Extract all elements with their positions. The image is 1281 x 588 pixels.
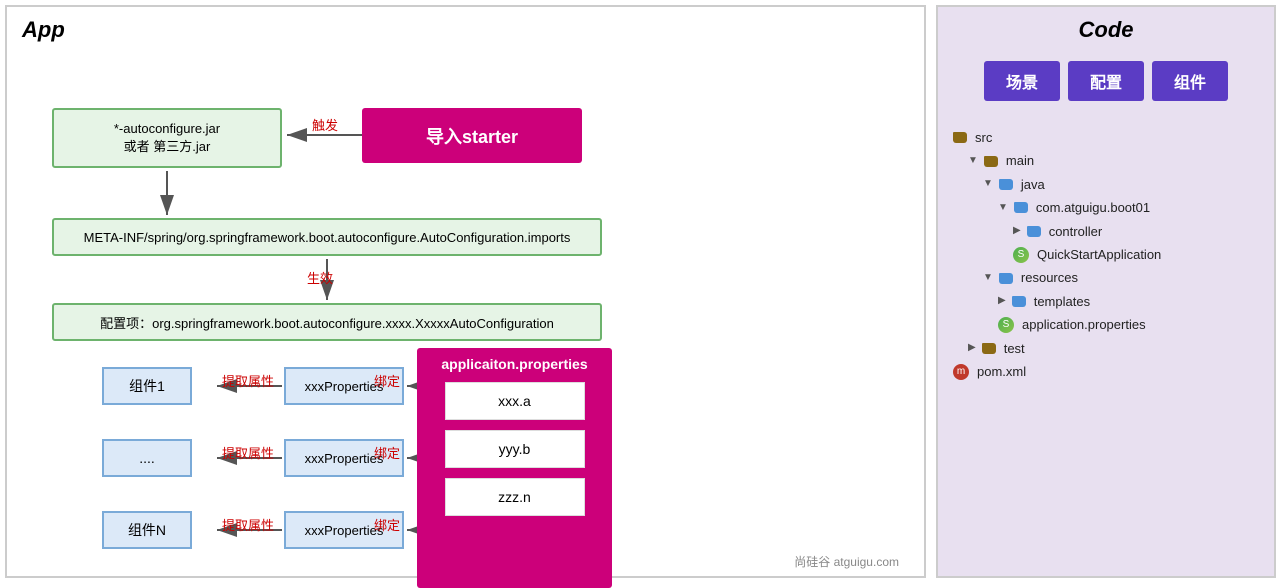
component-button[interactable]: 组件 [1152, 61, 1228, 101]
bind-label-2: 绑定 [374, 443, 400, 462]
folder-icon-main [984, 156, 998, 167]
box-starter: 导入starter [362, 108, 582, 163]
tree-item-quickstart: S QuickStartApplication [953, 243, 1259, 266]
tree-item-appprops: S application.properties [953, 313, 1259, 336]
bind-label-3: 绑定 [374, 515, 400, 534]
spring-icon-appprops: S [998, 317, 1014, 333]
code-section: Code 场景 配置 组件 src ▼ main ▼ java ▼ com.at… [936, 5, 1276, 578]
folder-icon-package [1014, 202, 1028, 213]
effective-label: 生效 [307, 268, 333, 287]
box-meta: META-INF/spring/org.springframework.boot… [52, 218, 602, 256]
folder-icon-java [999, 179, 1013, 190]
tree-item-package: ▼ com.atguigu.boot01 [953, 196, 1259, 219]
scene-button[interactable]: 场景 [984, 61, 1060, 101]
appprops-title: applicaiton.properties [441, 356, 587, 372]
box-autoconfig: *-autoconfigure.jar 或者 第三方.jar [52, 108, 282, 168]
config-button[interactable]: 配置 [1068, 61, 1144, 101]
tree-item-pom: m pom.xml [953, 360, 1259, 383]
watermark: 尚硅谷 atguigu.com [794, 553, 899, 570]
code-title: Code [938, 7, 1274, 53]
folder-icon-src [953, 132, 967, 143]
folder-icon-test [982, 343, 996, 354]
bind-label-1: 绑定 [374, 371, 400, 390]
folder-icon-templates [1012, 296, 1026, 307]
fetch-label-1: 提取属性 [222, 371, 274, 390]
box-appprops: applicaiton.properties xxx.a yyy.b zzz.n [417, 348, 612, 588]
tree-item-templates: ▶ templates [953, 290, 1259, 313]
chevron-resources: ▼ [983, 269, 993, 287]
folder-icon-resources [999, 273, 1013, 284]
app-section: App [5, 5, 926, 578]
tree-item-main: ▼ main [953, 149, 1259, 172]
folder-icon-controller [1027, 226, 1041, 237]
chevron-java: ▼ [983, 175, 993, 193]
comp-box-2: .... [102, 439, 192, 477]
prop-box-1: xxx.a [445, 382, 585, 420]
chevron-test: ▶ [968, 339, 976, 357]
diagram: 导入starter 触发 *-autoconfigure.jar 或者 第三方.… [22, 53, 909, 572]
app-title: App [22, 17, 909, 43]
chevron-controller: ▶ [1013, 222, 1021, 240]
chevron-main: ▼ [968, 152, 978, 170]
chevron-package: ▼ [998, 199, 1008, 217]
fetch-label-2: 提取属性 [222, 443, 274, 462]
spring-icon-quickstart: S [1013, 247, 1029, 263]
tree-item-controller: ▶ controller [953, 220, 1259, 243]
tree-item-src: src [953, 126, 1259, 149]
tree-item-resources: ▼ resources [953, 266, 1259, 289]
comp-box-1: 组件1 [102, 367, 192, 405]
code-buttons: 场景 配置 组件 [938, 53, 1274, 116]
comp-box-3: 组件N [102, 511, 192, 549]
box-configitem: 配置项：org.springframework.boot.autoconfigu… [52, 303, 602, 341]
code-tree: src ▼ main ▼ java ▼ com.atguigu.boot01 ▶… [938, 116, 1274, 393]
chevron-templates: ▶ [998, 292, 1006, 310]
maven-icon-pom: m [953, 364, 969, 380]
fetch-label-3: 提取属性 [222, 515, 274, 534]
trigger-label: 触发 [312, 115, 338, 134]
tree-item-java: ▼ java [953, 173, 1259, 196]
prop-box-2: yyy.b [445, 430, 585, 468]
tree-item-test: ▶ test [953, 337, 1259, 360]
prop-box-3: zzz.n [445, 478, 585, 516]
